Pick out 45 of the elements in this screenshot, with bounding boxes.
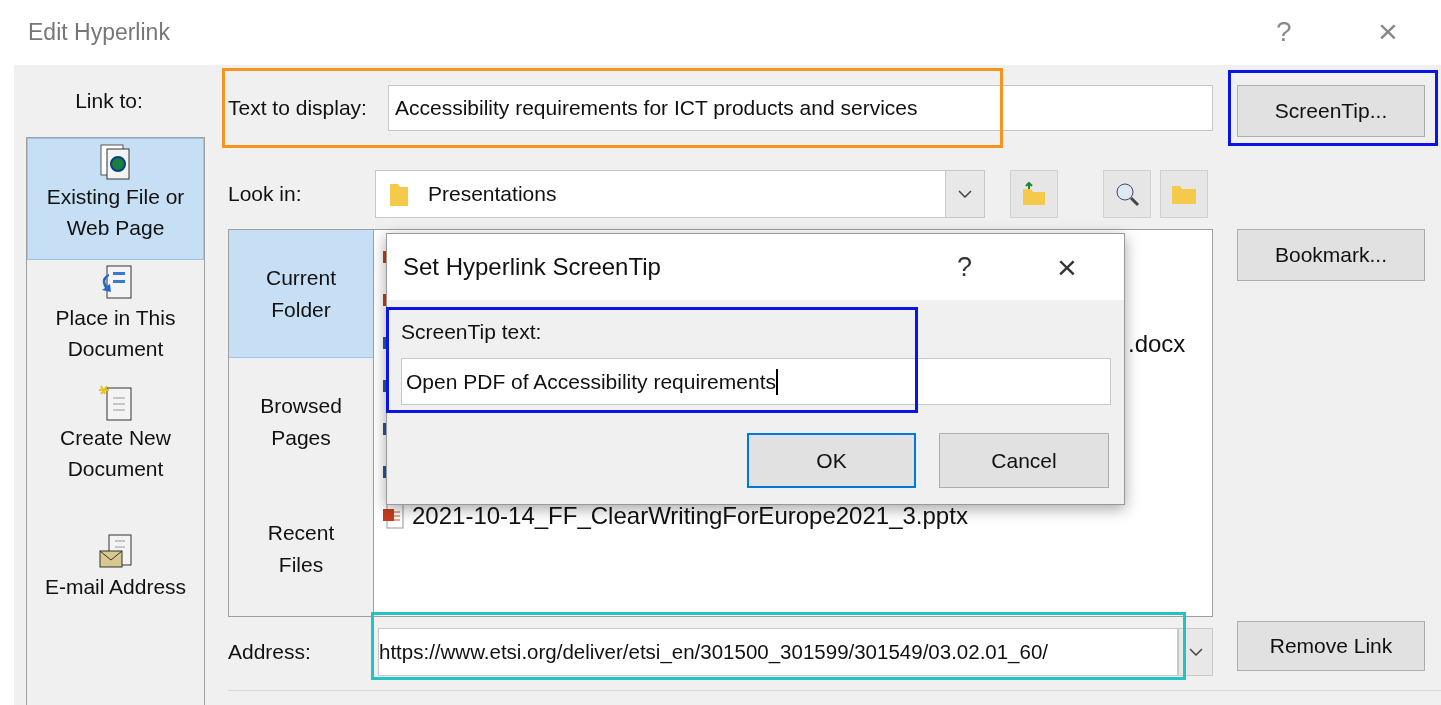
up-folder-button[interactable] [1010, 170, 1058, 218]
folder-icon [1171, 183, 1197, 205]
link-to-option[interactable]: Existing File or Web Page [27, 138, 204, 260]
link-to-option[interactable]: Create New Document [27, 380, 204, 520]
browse-tab[interactable]: Recent Files [229, 485, 373, 612]
dialog-button[interactable]: Cancel [939, 433, 1109, 488]
browse-tab[interactable]: Browsed Pages [229, 358, 373, 485]
chevron-down-icon [958, 190, 972, 198]
bookmark-button[interactable]: Bookmark... [1237, 229, 1425, 281]
email-document-icon [96, 532, 135, 571]
close-button[interactable]: × [1378, 12, 1398, 51]
close-button[interactable]: × [1057, 247, 1077, 287]
file-name[interactable]: 2021-10-14_FF_ClearWritingForEurope2021_3.pptx [412, 501, 968, 530]
link-to-option[interactable]: Place in This Document [27, 260, 204, 380]
address-dropdown-button[interactable] [1178, 628, 1213, 676]
screentip-text-field[interactable]: Open PDF of Accessibility requirements [401, 358, 1111, 405]
browse-file-button[interactable] [1160, 170, 1208, 218]
dialog-button[interactable]: OK [747, 433, 916, 488]
browse-web-button[interactable] [1103, 170, 1151, 218]
look-in-value: Presentations [428, 182, 557, 206]
remove-link-button[interactable]: Remove Link [1237, 621, 1425, 671]
option-label: Create New Document [59, 425, 172, 482]
new-document-icon [96, 384, 135, 422]
address-field[interactable]: https://www.etsi.org/deliver/etsi_en/301500_301599/301549/03.02.01_60/ [378, 628, 1178, 676]
file-name[interactable]: .docx [1128, 329, 1186, 358]
help-button[interactable]: ? [957, 251, 973, 283]
text-to-display-field[interactable]: Accessibility requirements for ICT products and services [388, 85, 1213, 131]
screentip-button[interactable]: ScreenTip... [1237, 85, 1425, 137]
option-label: Existing File or Web Page [45, 184, 186, 241]
text-cursor [776, 368, 778, 395]
link-to-label: Link to: [75, 89, 143, 113]
dialog-title: Set Hyperlink ScreenTip [403, 253, 661, 281]
folder-up-icon [1021, 181, 1047, 207]
help-button[interactable]: ? [1276, 16, 1292, 48]
option-label: E-mail Address [44, 573, 187, 600]
chevron-down-icon [1188, 648, 1203, 656]
link-to-option[interactable]: E-mail Address [27, 520, 204, 610]
option-label: Place in This Document [54, 305, 177, 362]
browse-tab[interactable]: Current Folder [229, 230, 373, 358]
window-title: Edit Hyperlink [28, 19, 170, 46]
look-in-dropdown[interactable]: Presentations [375, 170, 985, 218]
text-to-display-label: Text to display: [228, 95, 368, 121]
screentip-text-label: ScreenTip text: [401, 320, 543, 345]
look-in-label: Look in: [228, 181, 303, 207]
address-label: Address: [228, 639, 312, 665]
